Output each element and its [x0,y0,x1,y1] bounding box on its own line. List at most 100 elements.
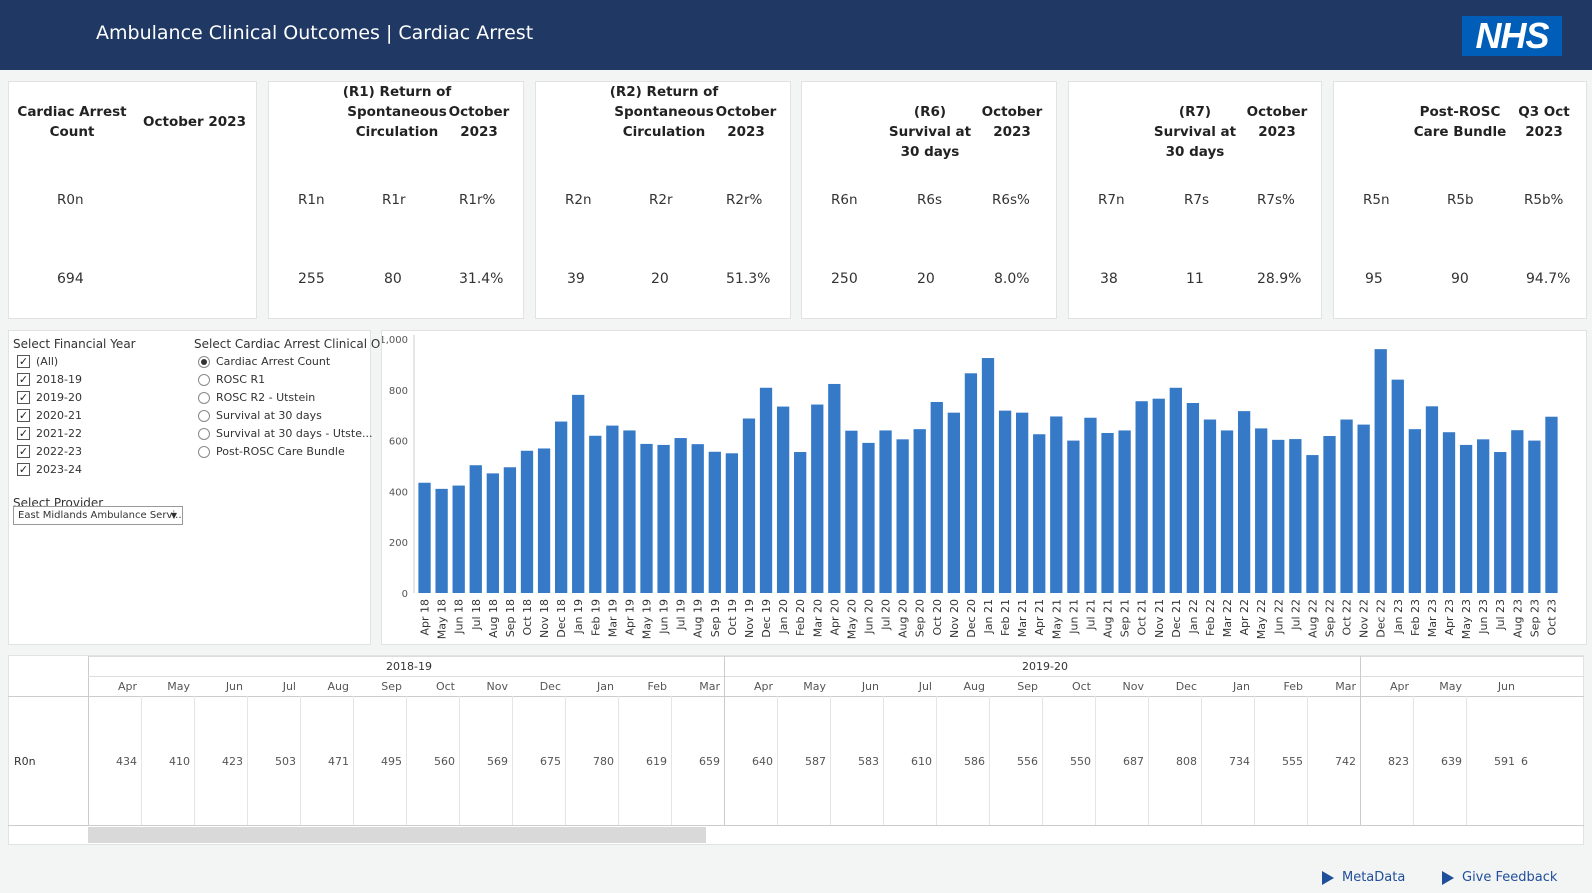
bar[interactable] [759,387,773,593]
radio-button[interactable] [198,373,210,386]
bar[interactable] [1408,429,1422,593]
bar[interactable] [896,439,909,593]
year-checkbox-2022-23[interactable]: ✓ 2022-23 [17,445,82,458]
bar[interactable] [913,429,926,593]
kpi-label: R6s [917,192,943,208]
kpi-label: R2r% [726,192,763,208]
bar[interactable] [1237,411,1251,593]
bar[interactable] [1272,439,1285,593]
bar[interactable] [1152,398,1165,593]
checkbox[interactable]: ✓ [17,463,30,476]
bar[interactable] [1391,379,1404,593]
year-checkbox-2021-22[interactable]: ✓ 2021-22 [17,427,82,440]
bar[interactable] [1118,430,1131,593]
radio-button[interactable] [198,427,210,440]
bar[interactable] [981,358,995,593]
radio-button[interactable] [198,391,210,404]
outcome-radio-rosc-r2[interactable]: ROSC R2 - Utstein [198,391,315,404]
bar[interactable] [862,442,875,593]
bar[interactable] [828,383,841,593]
checkbox[interactable]: ✓ [17,355,30,368]
chevron-down-icon[interactable]: ▼ [171,507,177,524]
bar[interactable] [1220,430,1234,593]
checkbox[interactable]: ✓ [17,391,30,404]
bar[interactable] [1494,452,1507,593]
bar[interactable] [1101,432,1114,593]
bar[interactable] [1545,416,1558,593]
bar[interactable] [640,443,653,593]
bar[interactable] [691,444,704,593]
radio-button[interactable] [198,445,210,458]
radio-button[interactable] [198,355,210,368]
bar[interactable] [1289,439,1302,593]
checkbox[interactable]: ✓ [17,409,30,422]
outcome-radio-survival-30-utstein[interactable]: Survival at 30 days - Utste... [198,427,372,440]
bar[interactable] [1050,416,1063,593]
bar[interactable] [674,438,687,593]
bar[interactable] [794,452,807,593]
metadata-link[interactable]: MetaData [1322,870,1405,885]
bar[interactable] [776,406,790,593]
bar[interactable] [1033,434,1046,593]
provider-dropdown[interactable]: East Midlands Ambulance Servi... ▼ [13,506,183,525]
bar[interactable] [486,473,499,593]
bar[interactable] [657,444,670,593]
bar[interactable] [537,448,551,593]
checkbox[interactable]: ✓ [17,445,30,458]
bar[interactable] [998,410,1012,593]
bar[interactable] [572,394,585,593]
bar[interactable] [1255,428,1268,593]
bar[interactable] [554,421,568,593]
bar[interactable] [1374,349,1387,593]
bar[interactable] [1067,440,1080,593]
bar[interactable] [1340,419,1353,593]
bar[interactable] [725,453,739,593]
year-checkbox-all[interactable]: ✓ (All) [17,355,58,368]
outcome-radio-cardiac-arrest-count[interactable]: Cardiac Arrest Count [198,355,330,368]
bar[interactable] [1323,436,1336,593]
bar[interactable] [623,430,636,593]
bar[interactable] [452,485,465,593]
bar[interactable] [930,401,943,593]
give-feedback-link[interactable]: Give Feedback [1442,870,1557,885]
bar[interactable] [742,418,756,594]
outcome-radio-post-rosc[interactable]: Post-ROSC Care Bundle [198,445,345,458]
checkbox[interactable]: ✓ [17,373,30,386]
checkbox[interactable]: ✓ [17,427,30,440]
radio-button[interactable] [198,409,210,422]
outcome-radio-survival-30[interactable]: Survival at 30 days [198,409,322,422]
year-checkbox-2019-20[interactable]: ✓ 2019-20 [17,391,82,404]
bar[interactable] [1511,430,1524,593]
bar[interactable] [811,404,824,593]
bar[interactable] [1135,401,1148,593]
bar[interactable] [1459,444,1473,593]
bar[interactable] [1425,406,1439,593]
bar[interactable] [964,373,978,593]
bar[interactable] [469,465,482,593]
bar[interactable] [520,450,534,593]
bar[interactable] [1186,403,1200,593]
bar[interactable] [1442,432,1456,593]
bar[interactable] [418,482,431,593]
bar[interactable] [947,412,960,593]
bar[interactable] [503,467,517,593]
year-checkbox-2018-19[interactable]: ✓ 2018-19 [17,373,82,386]
bar[interactable] [435,488,448,593]
bar[interactable] [1084,417,1097,593]
year-checkbox-2023-24[interactable]: ✓ 2023-24 [17,463,82,476]
bar[interactable] [1306,455,1319,593]
year-checkbox-2020-21[interactable]: ✓ 2020-21 [17,409,82,422]
horizontal-scrollbar[interactable] [88,827,706,843]
bar[interactable] [1169,387,1182,593]
bar[interactable] [845,430,858,593]
bar[interactable] [606,425,619,593]
bar[interactable] [1357,424,1370,593]
bar[interactable] [1203,419,1217,593]
bar[interactable] [1016,412,1029,593]
bar[interactable] [589,435,602,593]
bar[interactable] [1477,439,1490,593]
bar[interactable] [1528,440,1541,593]
bar[interactable] [708,451,721,593]
outcome-radio-rosc-r1[interactable]: ROSC R1 [198,373,265,386]
bar[interactable] [879,430,892,593]
